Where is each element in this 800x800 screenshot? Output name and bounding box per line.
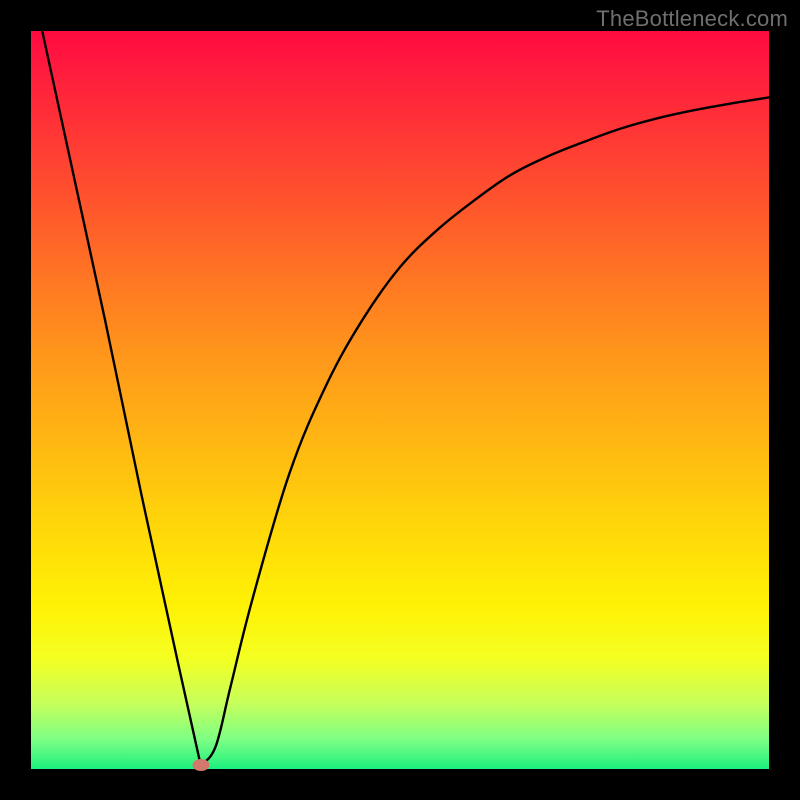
curve-path [31,31,769,765]
attribution-label: TheBottleneck.com [596,6,788,32]
optimal-point-marker [192,759,209,771]
plot-area [31,31,769,769]
chart-frame: TheBottleneck.com [0,0,800,800]
bottleneck-curve [31,31,769,769]
